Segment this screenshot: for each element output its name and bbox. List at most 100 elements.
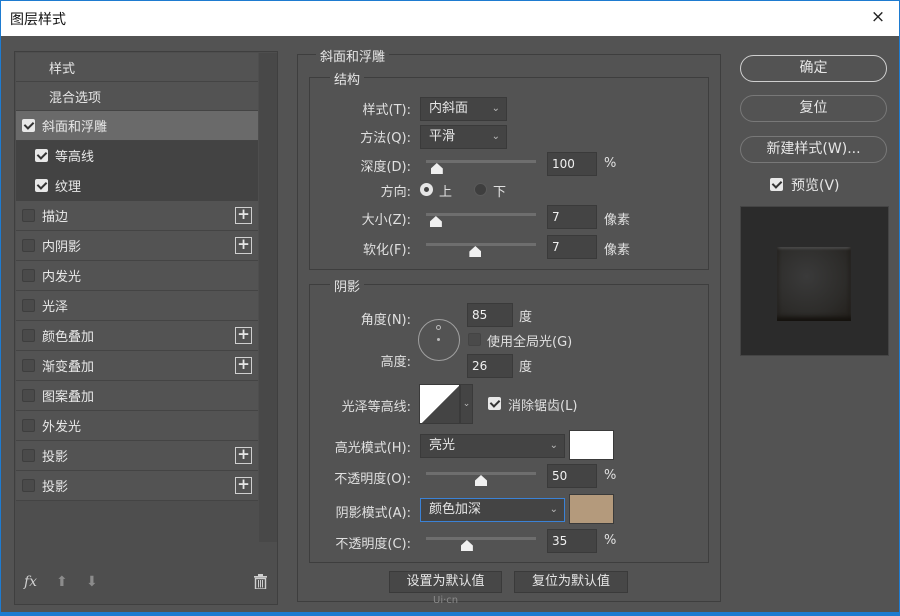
styles-list-scrollbar[interactable] xyxy=(259,53,277,542)
sidebar-item[interactable]: 投影 + xyxy=(16,441,258,471)
direction-down-label: 下 xyxy=(493,185,507,200)
sidebar-item[interactable]: 等高线 xyxy=(16,141,258,171)
shadow-opacity-input[interactable]: 35 xyxy=(547,529,597,553)
trash-icon[interactable] xyxy=(254,574,267,589)
shadow-color-swatch[interactable] xyxy=(569,494,614,524)
global-light-checkbox[interactable] xyxy=(468,333,481,346)
sidebar-item[interactable]: 样式 xyxy=(16,53,258,82)
add-effect-plus-icon[interactable]: + xyxy=(235,207,252,224)
sidebar-item-checkbox[interactable] xyxy=(22,359,35,372)
highlight-mode-label: 高光模式(H): xyxy=(334,441,411,456)
sidebar-item-checkbox[interactable] xyxy=(22,119,35,132)
direction-up-label: 上 xyxy=(439,185,453,200)
size-label: 大小(Z): xyxy=(361,213,411,228)
preview-checkbox[interactable] xyxy=(770,178,783,191)
add-effect-plus-icon[interactable]: + xyxy=(235,237,252,254)
sidebar-item-checkbox[interactable] xyxy=(22,299,35,312)
sidebar-item[interactable]: 图案叠加 xyxy=(16,381,258,411)
highlight-color-swatch[interactable] xyxy=(569,430,614,460)
soften-input[interactable]: 7 xyxy=(547,235,597,259)
add-effect-plus-icon[interactable]: + xyxy=(235,327,252,344)
sidebar-item[interactable]: 斜面和浮雕 xyxy=(16,111,258,141)
sidebar-item[interactable]: 描边 + xyxy=(16,201,258,231)
structure-title: 结构 xyxy=(330,69,365,88)
direction-up-radio[interactable] xyxy=(420,183,433,196)
reset-button[interactable]: 复位 xyxy=(740,95,887,122)
sidebar-item-checkbox[interactable] xyxy=(22,449,35,462)
sidebar-item-checkbox[interactable] xyxy=(22,239,35,252)
gloss-contour-dropdown[interactable]: ⌄ xyxy=(460,384,473,424)
sidebar-item[interactable]: 内阴影 + xyxy=(16,231,258,261)
depth-slider-track xyxy=(426,160,536,163)
highlight-opacity-slider[interactable] xyxy=(426,470,536,488)
technique-select[interactable]: 平滑 ⌄ xyxy=(420,125,507,149)
angle-label: 角度(N): xyxy=(360,313,411,328)
sidebar-item[interactable]: 投影 + xyxy=(16,471,258,501)
make-default-button[interactable]: 设置为默认值 xyxy=(389,571,502,593)
sidebar-item[interactable]: 渐变叠加 + xyxy=(16,351,258,381)
reset-default-button[interactable]: 复位为默认值 xyxy=(514,571,628,593)
chevron-down-icon: ⌄ xyxy=(491,131,500,142)
size-slider[interactable] xyxy=(426,211,536,229)
sidebar-item-checkbox[interactable] xyxy=(22,269,35,282)
global-light-label: 使用全局光(G) xyxy=(487,335,573,350)
sidebar-item-checkbox[interactable] xyxy=(22,479,35,492)
sidebar-item-checkbox[interactable] xyxy=(22,209,35,222)
size-input[interactable]: 7 xyxy=(547,205,597,229)
sidebar-item-label: 斜面和浮雕 xyxy=(42,120,108,135)
shadow-opacity-thumb[interactable] xyxy=(460,540,473,551)
move-up-icon[interactable]: ⬆ xyxy=(56,574,70,590)
sidebar-item[interactable]: 内发光 xyxy=(16,261,258,291)
depth-slider[interactable] xyxy=(426,158,536,176)
move-down-icon[interactable]: ⬇ xyxy=(86,574,100,590)
angle-dial[interactable] xyxy=(418,319,460,361)
anti-alias-checkbox[interactable] xyxy=(488,397,501,410)
sidebar-item-checkbox[interactable] xyxy=(22,329,35,342)
shadow-opacity-track xyxy=(426,537,536,540)
sidebar-item[interactable]: 外发光 xyxy=(16,411,258,441)
sidebar-item[interactable]: 纹理 xyxy=(16,171,258,201)
sidebar-item-label: 投影 xyxy=(42,480,69,495)
sidebar-item-checkbox[interactable] xyxy=(22,419,35,432)
direction-label: 方向: xyxy=(380,185,411,200)
shadow-mode-select[interactable]: 颜色加深 ⌄ xyxy=(420,498,565,522)
fx-menu-button[interactable]: fx xyxy=(24,574,37,590)
sidebar-item-label: 样式 xyxy=(49,61,76,77)
sidebar-item[interactable]: 光泽 xyxy=(16,291,258,321)
add-effect-plus-icon[interactable]: + xyxy=(235,357,252,374)
shadow-mode-label: 阴影模式(A): xyxy=(335,506,411,521)
ok-button[interactable]: 确定 xyxy=(740,55,887,82)
angle-input[interactable]: 85 xyxy=(467,303,513,327)
style-label: 样式(T): xyxy=(362,103,411,118)
highlight-mode-select[interactable]: 亮光 ⌄ xyxy=(420,434,565,458)
add-effect-plus-icon[interactable]: + xyxy=(235,477,252,494)
altitude-input[interactable]: 26 xyxy=(467,354,513,378)
gloss-contour-picker[interactable] xyxy=(419,384,460,424)
add-effect-plus-icon[interactable]: + xyxy=(235,447,252,464)
highlight-mode-value: 亮光 xyxy=(429,438,456,453)
sidebar-item-checkbox[interactable] xyxy=(22,389,35,402)
window-bottom-border xyxy=(1,612,899,615)
sidebar-item[interactable]: 混合选项 xyxy=(16,82,258,111)
depth-slider-thumb[interactable] xyxy=(430,163,443,174)
sidebar-item-label: 光泽 xyxy=(42,300,69,315)
new-style-button[interactable]: 新建样式(W)... xyxy=(740,136,887,163)
shadow-opacity-slider[interactable] xyxy=(426,535,536,553)
gloss-contour-label: 光泽等高线: xyxy=(341,400,411,415)
sidebar-item-label: 内阴影 xyxy=(42,240,82,255)
soften-slider-thumb[interactable] xyxy=(469,246,482,257)
size-unit: 像素 xyxy=(604,213,631,228)
size-slider-thumb[interactable] xyxy=(429,216,442,227)
highlight-opacity-input[interactable]: 50 xyxy=(547,464,597,488)
styles-list-panel: 样式混合选项斜面和浮雕等高线 纹理 描边 + 内阴影 + 内发光光泽颜色叠加 + 渐变叠加 + 图案… xyxy=(14,51,278,605)
chevron-down-icon: ⌄ xyxy=(491,103,500,114)
highlight-opacity-thumb[interactable] xyxy=(475,475,487,486)
sidebar-item-checkbox[interactable] xyxy=(35,179,48,192)
style-select[interactable]: 内斜面 ⌄ xyxy=(420,97,507,121)
soften-slider[interactable] xyxy=(426,241,536,259)
depth-input[interactable]: 100 xyxy=(547,152,597,176)
close-icon[interactable]: × xyxy=(867,6,889,28)
direction-down-radio[interactable] xyxy=(474,183,487,196)
sidebar-item[interactable]: 颜色叠加 + xyxy=(16,321,258,351)
sidebar-item-checkbox[interactable] xyxy=(35,149,48,162)
